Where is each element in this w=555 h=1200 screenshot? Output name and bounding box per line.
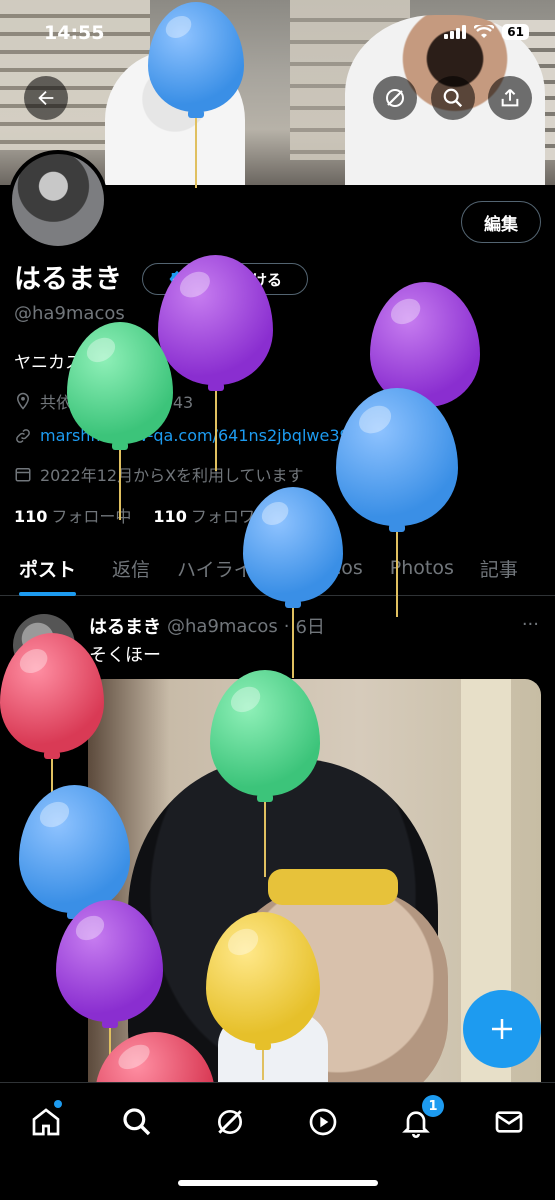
- balloon-green: [210, 670, 320, 877]
- back-button[interactable]: [24, 76, 68, 120]
- tab-posts[interactable]: ポスト: [19, 540, 77, 596]
- balloon-purple: [158, 255, 273, 471]
- compose-plus-icon: [492, 1019, 512, 1039]
- balloon-yellow: [206, 912, 320, 1080]
- following-count: 110: [14, 507, 48, 526]
- calendar-icon: [15, 468, 31, 482]
- balloon-blue: [148, 2, 244, 188]
- notification-badge: 1: [422, 1095, 444, 1117]
- grok-button[interactable]: [373, 76, 417, 120]
- tab-articles[interactable]: 記事: [480, 540, 518, 596]
- home-unread-dot: [54, 1100, 62, 1108]
- video-icon: [309, 1108, 337, 1136]
- signal-icon: [444, 25, 467, 39]
- tab-replies[interactable]: 返信: [112, 540, 150, 596]
- compose-button[interactable]: [463, 990, 541, 1068]
- profile-avatar[interactable]: [8, 150, 108, 250]
- nav-grok[interactable]: [208, 1100, 252, 1144]
- profile-handle: @ha9macos: [14, 303, 125, 324]
- location-icon: [16, 392, 30, 410]
- mail-icon: [495, 1111, 523, 1133]
- profile-name: はるまき: [14, 264, 122, 295]
- nav-home[interactable]: [24, 1100, 68, 1144]
- nav-video[interactable]: [301, 1100, 345, 1144]
- home-icon: [32, 1108, 60, 1136]
- link-icon: [16, 428, 30, 443]
- share-button[interactable]: [488, 76, 532, 120]
- status-time: 14:55: [44, 22, 105, 44]
- balloon-green: [67, 322, 173, 520]
- nav-explore[interactable]: [115, 1100, 159, 1144]
- edit-profile-button[interactable]: 編集: [461, 201, 541, 243]
- share-icon: [501, 89, 519, 107]
- explore-icon: [123, 1108, 151, 1136]
- back-arrow-icon: [38, 90, 54, 106]
- search-icon: [443, 88, 463, 108]
- battery-indicator: 61: [502, 24, 529, 40]
- grok-icon: [386, 89, 404, 107]
- grok-nav-icon: [218, 1110, 242, 1134]
- post-more-button[interactable]: ···: [522, 614, 539, 635]
- nav-notifications[interactable]: 1: [394, 1095, 444, 1144]
- home-indicator: [178, 1180, 378, 1186]
- wifi-icon: [474, 25, 495, 38]
- status-icons: 61: [444, 24, 529, 40]
- balloon-blue: [336, 388, 458, 617]
- nav-messages[interactable]: [487, 1100, 531, 1144]
- balloon-blue: [243, 487, 343, 678]
- search-button[interactable]: [431, 76, 475, 120]
